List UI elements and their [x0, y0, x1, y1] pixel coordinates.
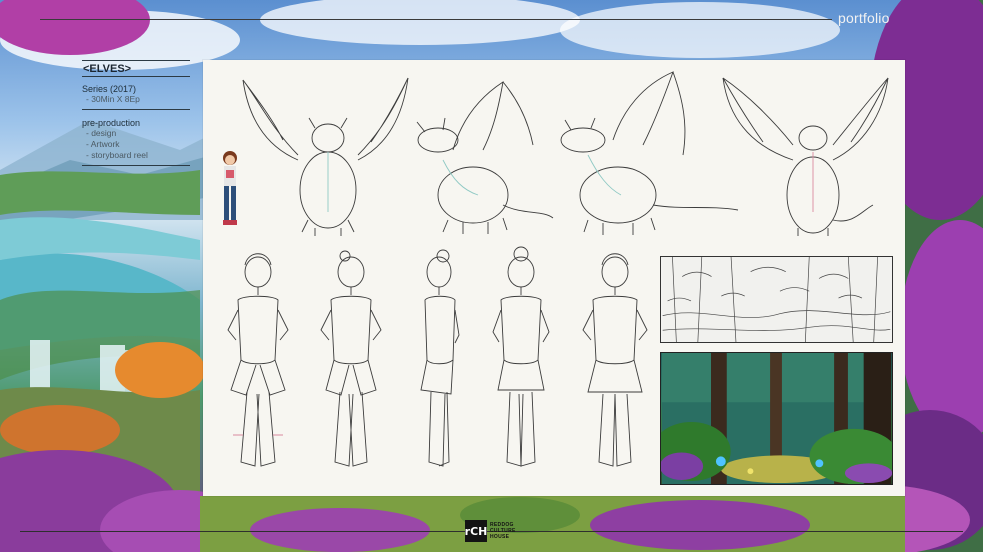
dragon-side-sketch [416, 81, 554, 234]
studio-logo: rCH REDDOG CULTURE HOUSE [465, 520, 516, 542]
production-item: - Artwork [86, 139, 120, 149]
series-label: Series (2017) [82, 84, 137, 94]
logo-line: HOUSE [490, 534, 510, 540]
logo-mark: rCH [465, 520, 487, 542]
project-title: <ELVES> [83, 63, 132, 75]
dragon-back-sketch [722, 77, 889, 236]
forest-background-color-art [660, 352, 893, 485]
dragon-front-sketch [242, 77, 409, 236]
elf-turnaround-three-quarter [320, 250, 382, 467]
production-heading: pre-production [82, 118, 141, 128]
elf-turnaround-front [227, 253, 289, 467]
elf-turnaround-back-three-quarter [492, 246, 550, 467]
girl-reference-figure [223, 151, 237, 225]
dragon-side-right-sketch [560, 71, 739, 235]
production-group: pre-production - design - Artwork - stor… [82, 110, 190, 165]
series-group: Series (2017) - 30Min X 8Ep [82, 77, 190, 109]
production-item: - storyboard reel [86, 150, 148, 160]
page-title: portfolio [838, 10, 890, 26]
header-rule [40, 19, 832, 20]
forest-background-sketch [660, 256, 893, 343]
divider [82, 165, 190, 166]
project-info-panel: <ELVES> Series (2017) - 30Min X 8Ep pre-… [82, 60, 190, 166]
series-detail: - 30Min X 8Ep [86, 94, 140, 104]
elf-turnaround-back [582, 253, 648, 467]
elf-turnaround-side [420, 249, 460, 467]
artwork-sheet [203, 60, 905, 496]
logo-text: REDDOG CULTURE HOUSE [490, 522, 516, 540]
production-item: - design [86, 128, 117, 138]
